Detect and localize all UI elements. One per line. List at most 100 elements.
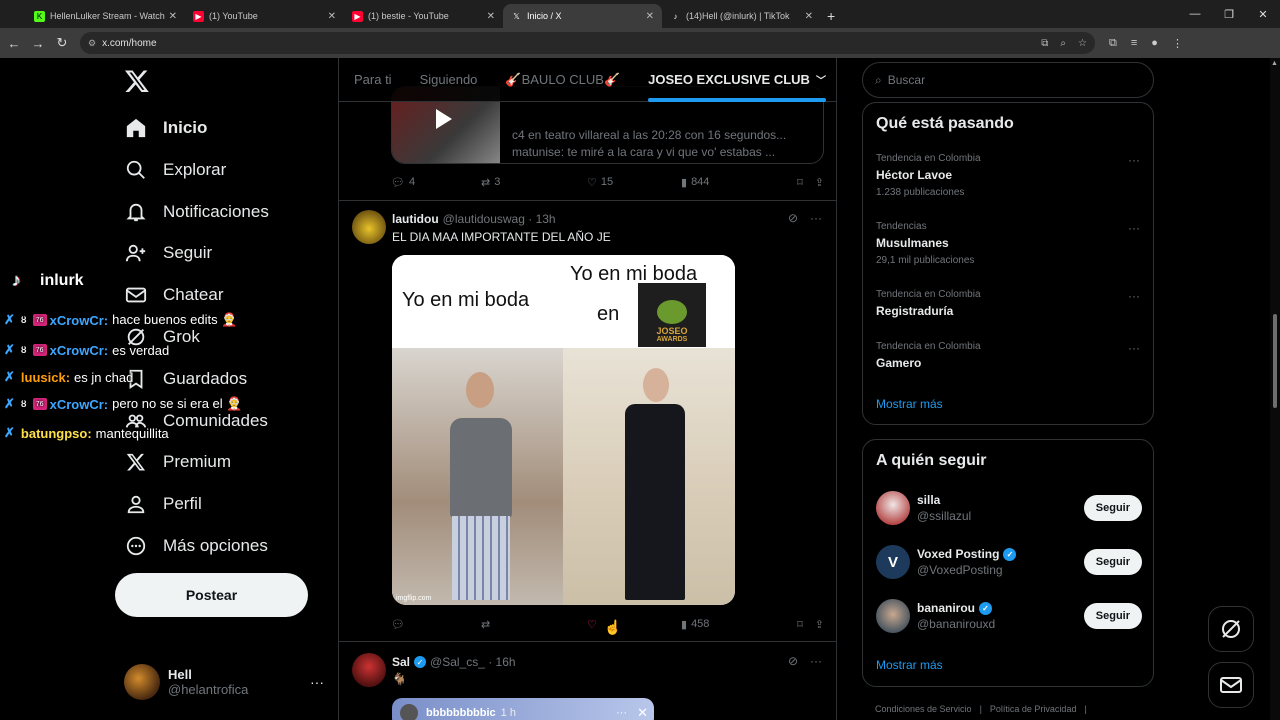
new-tab-button[interactable]: +	[827, 4, 835, 28]
trend-item[interactable]: Tendencia en Colombia Héctor Lavoe 1.238…	[876, 153, 1142, 198]
views-button[interactable]: ▮ 458	[681, 618, 781, 631]
browser-tab-bestie[interactable]: ▶ (1) bestie - YouTube ✕	[344, 4, 503, 28]
show-more-trends-link[interactable]: Mostrar más	[876, 397, 943, 411]
close-window-icon[interactable]: ✕	[1246, 8, 1280, 21]
close-icon[interactable]: ✕	[805, 11, 813, 22]
more-icon[interactable]: ···	[810, 211, 822, 225]
repost-button[interactable]: ⇄	[481, 618, 587, 631]
bookmark-button[interactable]: ⌑	[797, 618, 803, 631]
star-icon[interactable]: ☆	[1078, 38, 1087, 49]
nav-profile[interactable]: Perfil	[124, 488, 202, 520]
like-button[interactable]: ♡ 15	[587, 176, 681, 189]
install-icon[interactable]: ⧉	[1041, 38, 1048, 49]
browser-tab-tiktok[interactable]: ♪ (14)Hell (@inlurk) | TikTok ✕	[662, 4, 821, 28]
person-head	[643, 368, 669, 402]
nav-grok[interactable]: Grok	[124, 321, 200, 353]
grok-icon[interactable]: ⊘	[788, 654, 798, 668]
scrollbar-thumb[interactable]	[1273, 314, 1277, 408]
more-icon[interactable]: ···	[1128, 341, 1140, 355]
close-icon[interactable]: ✕	[646, 11, 654, 22]
messages-floating-button[interactable]	[1208, 662, 1254, 708]
kick-icon: K	[34, 10, 45, 22]
grok-icon[interactable]: ⊘	[788, 211, 798, 225]
forward-icon[interactable]: →	[26, 36, 50, 51]
reply-button[interactable]: 💬︎	[391, 618, 481, 631]
close-icon[interactable]: ✕	[487, 11, 495, 22]
extensions-icon[interactable]: ⧉	[1109, 37, 1117, 50]
browser-tab-youtube[interactable]: ▶ (1) YouTube ✕	[185, 4, 344, 28]
account-handle: @helantrofica	[168, 682, 249, 697]
trend-item[interactable]: Tendencias Musulmanes 29,1 mil publicaci…	[876, 221, 1142, 266]
privacy-link[interactable]: Política de Privacidad	[990, 704, 1077, 714]
views-button[interactable]: ▮ 844	[681, 176, 781, 189]
more-icon[interactable]: ···	[1128, 289, 1140, 303]
grok-floating-button[interactable]	[1208, 606, 1254, 652]
tab-for-you[interactable]: Para ti	[339, 58, 406, 102]
menu-icon[interactable]: ⋮	[1172, 37, 1183, 50]
author-handle[interactable]: @Sal_cs_ · 16h	[430, 655, 516, 669]
maximize-icon[interactable]: ❐	[1212, 8, 1246, 21]
embedded-media[interactable]: bbbbbbbbbic 1 h ··· ✕	[392, 698, 654, 720]
nav-chat[interactable]: Chatear	[124, 279, 223, 311]
zoom-icon[interactable]: ⌕	[1060, 38, 1066, 49]
nav-communities[interactable]: Comunidades	[124, 405, 268, 437]
avatar[interactable]	[352, 653, 386, 687]
nav-follow[interactable]: Seguir	[124, 237, 212, 269]
scroll-up-icon[interactable]: ▲	[1271, 60, 1278, 67]
x-logo-icon[interactable]	[124, 68, 150, 94]
nav-more-options[interactable]: Más opciones	[124, 530, 268, 562]
author-handle[interactable]: @lautidouswag · 13h	[443, 212, 556, 226]
reload-icon[interactable]: ↻	[50, 35, 74, 51]
author-name[interactable]: lautidou	[392, 212, 439, 226]
more-icon[interactable]: ···	[1128, 221, 1140, 235]
more-icon[interactable]: ···	[310, 674, 324, 690]
minimize-icon[interactable]: —	[1178, 8, 1212, 20]
follow-button[interactable]: Seguir	[1083, 603, 1142, 629]
bookmark-button[interactable]: ⌑	[797, 176, 803, 189]
close-icon[interactable]: ✕	[637, 705, 648, 720]
address-bar[interactable]: ⚙ x.com/home ⧉ ⌕ ☆	[80, 32, 1095, 54]
nav-home[interactable]: Inicio	[124, 112, 207, 144]
play-icon[interactable]	[436, 109, 452, 129]
search-input[interactable]: ⌕ Buscar	[862, 62, 1154, 98]
profile-icon[interactable]: ●	[1151, 37, 1158, 50]
like-button[interactable]: ♡	[587, 618, 681, 631]
follow-suggestion[interactable]: silla @ssillazul Seguir	[876, 488, 1142, 528]
follow-suggestion[interactable]: bananirou ✓ @bananirouxd Seguir	[876, 596, 1142, 636]
reply-button[interactable]: 💬︎ 4	[391, 176, 481, 189]
more-icon[interactable]: ···	[1128, 153, 1140, 167]
post-image[interactable]: Yo en mi boda Yo en mi boda en JOSEO AWA…	[392, 255, 735, 605]
share-button[interactable]: ⇪	[815, 618, 824, 631]
nav-premium[interactable]: Premium	[124, 446, 231, 478]
trend-item[interactable]: Tendencia en Colombia Gamero ···	[876, 341, 1142, 370]
tab-following[interactable]: Siguiendo	[406, 58, 492, 102]
trend-item[interactable]: Tendencia en Colombia Registraduría ···	[876, 289, 1142, 318]
more-icon[interactable]: ···	[616, 707, 627, 719]
account-switcher[interactable]: Hell @helantrofica ···	[124, 662, 324, 702]
terms-link[interactable]: Condiciones de Servicio	[875, 704, 972, 714]
share-button[interactable]: ⇪	[815, 176, 824, 189]
nav-bookmarks[interactable]: Guardados	[124, 363, 247, 395]
tab-baulo-club[interactable]: 🎸BAULO CLUB🎸	[491, 58, 634, 102]
close-icon[interactable]: ✕	[328, 11, 336, 22]
more-icon[interactable]: ···	[810, 654, 822, 668]
site-info-icon[interactable]: ⚙	[88, 38, 96, 49]
browser-tab-x[interactable]: 𝕏 Inicio / X ✕	[503, 4, 662, 28]
follow-button[interactable]: Seguir	[1083, 495, 1142, 521]
repost-button[interactable]: ⇄ 3	[481, 176, 587, 189]
avatar[interactable]	[352, 210, 386, 244]
show-more-suggestions-link[interactable]: Mostrar más	[876, 658, 943, 672]
tab-joseo-exclusive-club[interactable]: JOSEO EXCLUSIVE CLUB ﹀	[634, 58, 836, 102]
close-icon[interactable]: ✕	[169, 11, 177, 22]
author-name[interactable]: Sal	[392, 655, 410, 669]
nav-notifications[interactable]: Notificaciones	[124, 196, 269, 228]
follow-button[interactable]: Seguir	[1083, 549, 1142, 575]
media-icon[interactable]: ≡	[1131, 37, 1137, 50]
back-icon[interactable]: ←	[2, 36, 26, 51]
page-scrollbar[interactable]: ▲	[1270, 58, 1280, 720]
left-navigation: Inicio Explorar Notificaciones Seguir Ch…	[0, 58, 338, 720]
follow-suggestion[interactable]: V Voxed Posting ✓ @VoxedPosting Seguir	[876, 542, 1142, 582]
nav-explore[interactable]: Explorar	[124, 154, 226, 186]
post-button[interactable]: Postear	[115, 573, 308, 617]
browser-tab-kick[interactable]: K HellenLulker Stream - Watch Li ✕	[26, 4, 185, 28]
